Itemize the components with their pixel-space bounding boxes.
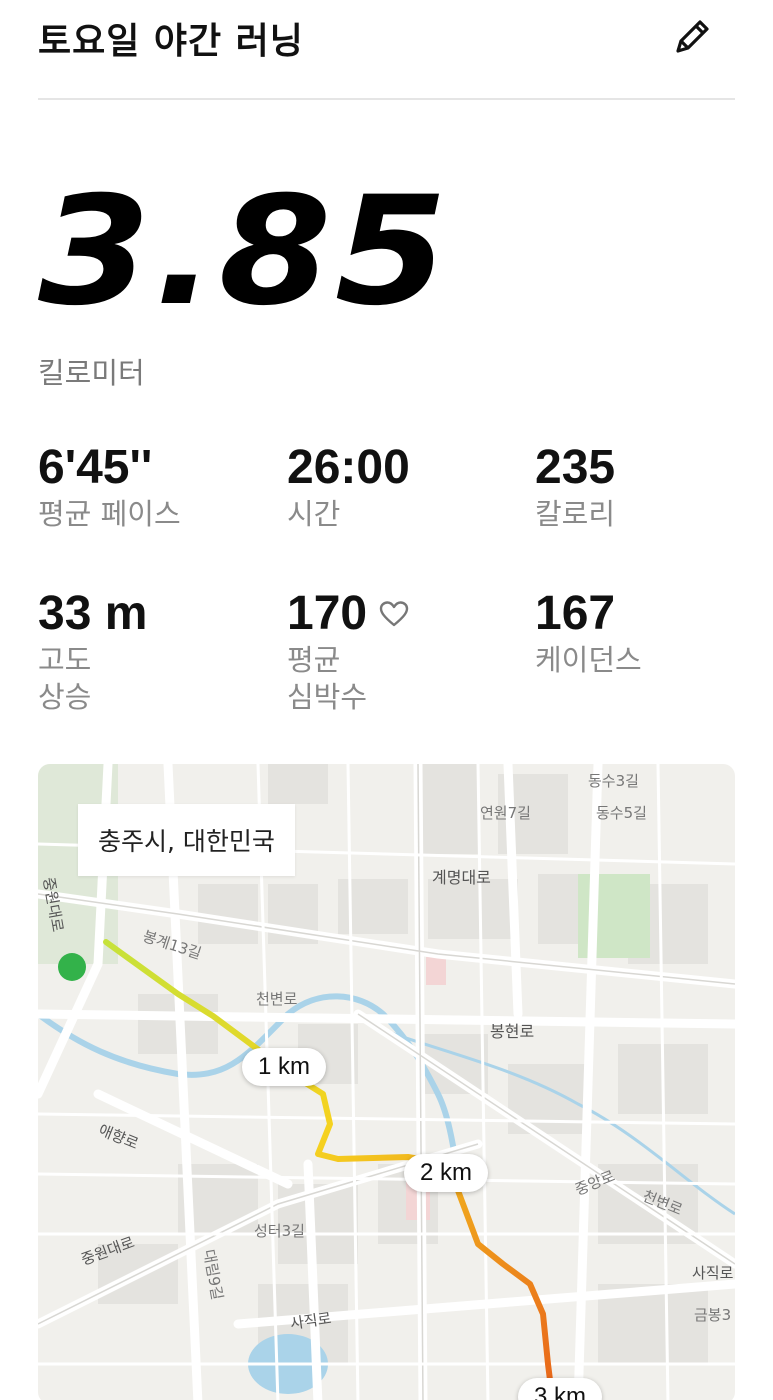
elevation-label-line2: 상승 [38, 680, 92, 714]
heart-icon [379, 601, 409, 627]
street-label: 사직로 [692, 1264, 734, 1282]
elevation-label-line1: 고도 [38, 643, 92, 677]
edit-button[interactable] [669, 12, 717, 60]
street-label: 금봉3 [694, 1306, 732, 1324]
calories-label: 칼로리 [535, 497, 616, 531]
activity-title: 토요일 야간 러닝 [38, 21, 304, 62]
distance-value: 3.85 [38, 165, 451, 339]
street-label: 성터3길 [254, 1222, 305, 1240]
street-label: 천변로 [256, 990, 298, 1008]
cadence-value: 167 [535, 587, 616, 640]
time-label: 시간 [287, 497, 341, 531]
street-label: 동수3길 [588, 772, 639, 790]
heart-rate-label-line1: 평균 [287, 643, 341, 677]
street-label: 연원7길 [480, 804, 531, 822]
stat-heart-rate: 170 평균 심박수 [287, 586, 517, 716]
stat-cadence: 167 케이던스 [535, 586, 765, 679]
stat-time: 26:00 시간 [287, 440, 517, 533]
cadence-label: 케이던스 [535, 643, 642, 677]
stat-elevation: 33 m 고도 상승 [38, 586, 268, 716]
street-label: 계명대로 [432, 868, 491, 887]
km-marker-3: 3 km [518, 1378, 603, 1400]
km-marker-1: 1 km [242, 1048, 327, 1086]
route-map[interactable]: 충주시, 대한민국 1 km 2 km 3 km 동수3길 연원7길 동수5길 … [38, 764, 735, 1400]
heart-rate-label-line2: 심박수 [287, 680, 368, 714]
street-label: 봉현로 [490, 1022, 535, 1041]
header: 토요일 야간 러닝 [38, 0, 735, 100]
stat-pace: 6'45'' 평균 페이스 [38, 440, 268, 533]
heart-rate-value: 170 [287, 587, 368, 640]
heart-rate-row: 170 [287, 586, 517, 642]
stat-calories: 235 칼로리 [535, 440, 765, 533]
time-value: 26:00 [287, 441, 410, 494]
pace-value: 6'45'' [38, 441, 153, 494]
distance-unit: 킬로미터 [38, 356, 145, 390]
street-label: 동수5길 [596, 804, 647, 822]
elevation-value: 33 m [38, 587, 148, 640]
start-point-marker [58, 953, 86, 981]
map-location-label: 충주시, 대한민국 [78, 804, 295, 876]
pencil-icon [676, 20, 709, 53]
calories-value: 235 [535, 441, 616, 494]
pace-label: 평균 페이스 [38, 497, 181, 531]
km-marker-2: 2 km [404, 1154, 489, 1192]
